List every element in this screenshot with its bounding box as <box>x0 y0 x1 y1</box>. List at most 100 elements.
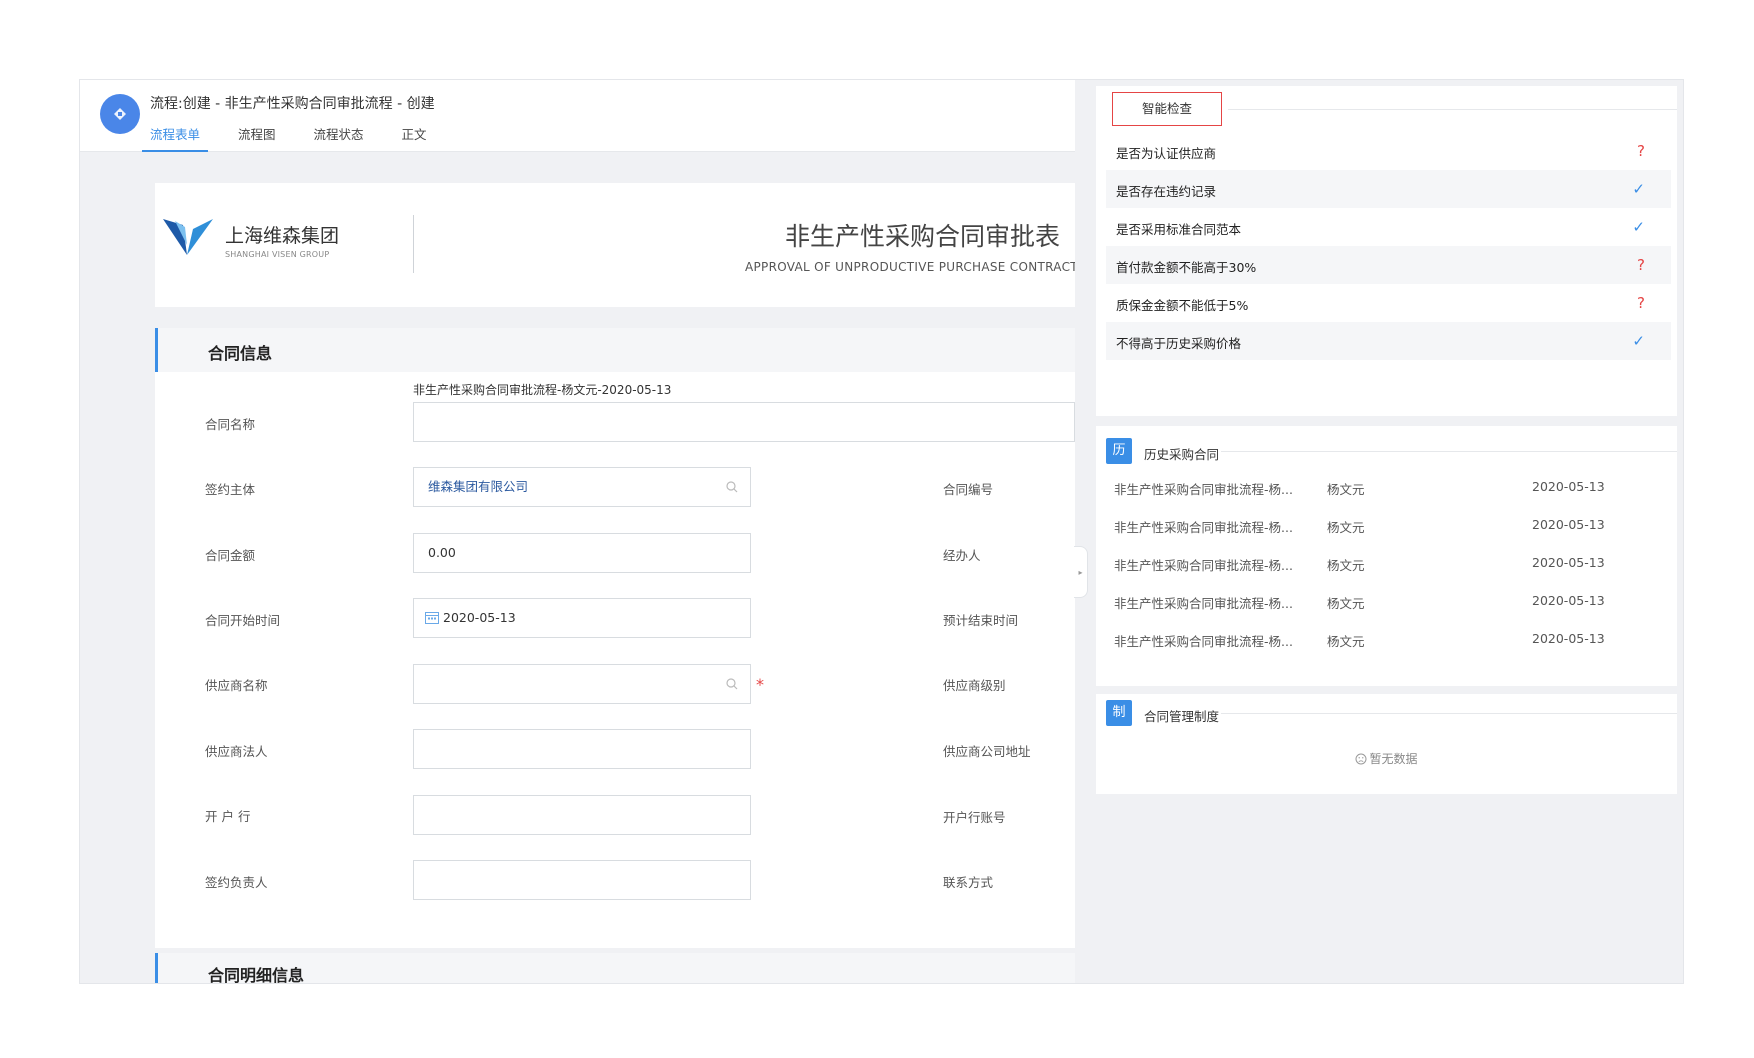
history-person: 杨文元 <box>1327 520 1365 535</box>
history-date: 2020-05-13 <box>1532 631 1605 646</box>
check-item: 质保金金额不能低于5% ? <box>1106 284 1671 322</box>
contract-name-label: 合同名称 <box>205 417 256 432</box>
history-contracts-panel: 历 历史采购合同 非生产性采购合同审批流程-杨... 杨文元 2020-05-1… <box>1096 426 1677 686</box>
app-logo-icon <box>100 94 140 134</box>
history-person: 杨文元 <box>1327 558 1365 573</box>
history-row[interactable]: 非生产性采购合同审批流程-杨... 杨文元 2020-05-13 <box>1096 620 1677 658</box>
company-name: 上海维森集团 <box>225 225 340 247</box>
question-icon[interactable]: ? <box>1637 142 1645 160</box>
history-date: 2020-05-13 <box>1532 593 1605 608</box>
check-item-label: 是否采用标准合同范本 <box>1116 222 1242 237</box>
section-header: 合同信息 <box>155 328 1075 372</box>
checkmark-icon: ✓ <box>1632 332 1645 350</box>
search-icon[interactable] <box>726 481 738 493</box>
supplier-legal-label: 供应商法人 <box>205 744 268 759</box>
history-contract-name[interactable]: 非生产性采购合同审批流程-杨... <box>1114 593 1293 612</box>
amount-label: 合同金额 <box>205 548 256 563</box>
tab-process-form[interactable]: 流程表单 <box>142 124 209 152</box>
supplier-name-input[interactable] <box>413 664 751 704</box>
bank-account-label: 开户行账号 <box>943 810 1006 825</box>
supplier-legal-input[interactable] <box>413 729 751 769</box>
signer-label: 签约负责人 <box>205 875 268 890</box>
smart-check-panel: 智能检查 是否为认证供应商 ? 是否存在违约记录 ✓ 是否采用标准合同范本 ✓ … <box>1096 86 1677 416</box>
check-item: 首付款金额不能高于30% ? <box>1106 246 1671 284</box>
contract-name-prefill: 非生产性采购合同审批流程-杨文元-2020-05-13 <box>413 383 672 397</box>
amount-input[interactable]: 0.00 <box>413 533 751 573</box>
history-date: 2020-05-13 <box>1532 555 1605 570</box>
history-contract-name[interactable]: 非生产性采购合同审批流程-杨... <box>1114 631 1293 650</box>
document-subtitle: APPROVAL OF UNPRODUCTIVE PURCHASE CONTRA… <box>745 260 1075 274</box>
check-item-label: 不得高于历史采购价格 <box>1116 336 1242 351</box>
history-row[interactable]: 非生产性采购合同审批流程-杨... 杨文元 2020-05-13 <box>1096 582 1677 620</box>
check-item: 不得高于历史采购价格 ✓ <box>1106 322 1671 360</box>
check-item-label: 是否存在违约记录 <box>1116 184 1217 199</box>
history-title: 历史采购合同 <box>1144 447 1220 462</box>
page-title: 流程:创建 - 非生产性采购合同审批流程 - 创建 <box>150 96 435 112</box>
company-logo-icon <box>163 219 213 255</box>
smart-check-button[interactable]: 智能检查 <box>1112 92 1222 126</box>
signing-party-label: 签约主体 <box>205 482 256 497</box>
required-mark: * <box>756 675 764 694</box>
question-icon[interactable]: ? <box>1637 294 1645 312</box>
start-date-value: 2020-05-13 <box>443 610 516 625</box>
tab-bar: 流程表单 流程图 流程状态 正文 <box>142 124 457 152</box>
history-contract-name[interactable]: 非生产性采购合同审批流程-杨... <box>1114 517 1293 536</box>
panel-divider <box>1221 451 1677 452</box>
contract-info-card: 合同信息 非生产性采购合同审批流程-杨文元-2020-05-13 合同名称 签约… <box>155 328 1075 948</box>
empty-text: 暂无数据 <box>1369 752 1418 766</box>
policy-title: 合同管理制度 <box>1144 709 1220 724</box>
bank-input[interactable] <box>413 795 751 835</box>
bank-label: 开 户 行 <box>205 809 251 824</box>
check-item: 是否采用标准合同范本 ✓ <box>1106 208 1671 246</box>
contract-name-input[interactable] <box>413 402 1075 442</box>
history-date: 2020-05-13 <box>1532 517 1605 532</box>
end-date-label: 预计结束时间 <box>943 613 1019 628</box>
contract-policy-panel: 制 合同管理制度 暂无数据 <box>1096 694 1677 794</box>
signer-input[interactable] <box>413 860 751 900</box>
check-item-label: 是否为认证供应商 <box>1116 146 1217 161</box>
company-name-en: SHANGHAI VISEN GROUP <box>225 250 330 259</box>
history-contract-name[interactable]: 非生产性采购合同审批流程-杨... <box>1114 555 1293 574</box>
history-row[interactable]: 非生产性采购合同审批流程-杨... 杨文元 2020-05-13 <box>1096 506 1677 544</box>
history-contract-name[interactable]: 非生产性采购合同审批流程-杨... <box>1114 479 1293 498</box>
contact-label: 联系方式 <box>943 875 994 890</box>
sad-face-icon <box>1355 753 1367 765</box>
panel-divider <box>1228 109 1677 110</box>
empty-state: 暂无数据 <box>1096 750 1677 767</box>
app-window: 流程:创建 - 非生产性采购合同审批流程 - 创建 流程表单 流程图 流程状态 … <box>79 79 1684 984</box>
check-item-label: 质保金金额不能低于5% <box>1116 298 1249 313</box>
checkmark-icon: ✓ <box>1632 218 1645 236</box>
panel-collapse-handle[interactable]: ▸ <box>1074 546 1088 598</box>
chevron-right-icon: ▸ <box>1078 567 1083 577</box>
check-item: 是否为认证供应商 ? <box>1106 132 1671 170</box>
header-divider <box>413 215 414 273</box>
check-item: 是否存在违约记录 ✓ <box>1106 170 1671 208</box>
history-person: 杨文元 <box>1327 482 1365 497</box>
question-icon[interactable]: ? <box>1637 256 1645 274</box>
supplier-address-label: 供应商公司地址 <box>943 744 1031 759</box>
start-date-input[interactable]: 2020-05-13 <box>413 598 751 638</box>
tab-process-diagram[interactable]: 流程图 <box>230 124 284 152</box>
section-title: 合同信息 <box>208 344 273 363</box>
contract-no-label: 合同编号 <box>943 482 994 497</box>
start-date-label: 合同开始时间 <box>205 613 281 628</box>
history-date: 2020-05-13 <box>1532 479 1605 494</box>
history-row[interactable]: 非生产性采购合同审批流程-杨... 杨文元 2020-05-13 <box>1096 468 1677 506</box>
document-header: 上海维森集团 SHANGHAI VISEN GROUP 非生产性采购合同审批表 … <box>155 183 1075 307</box>
supplier-level-label: 供应商级别 <box>943 678 1006 693</box>
tab-document-body[interactable]: 正文 <box>394 124 435 152</box>
supplier-name-label: 供应商名称 <box>205 678 268 693</box>
detail-section-header: 合同明细信息 <box>155 953 1075 984</box>
history-badge: 历 <box>1106 438 1132 464</box>
policy-badge: 制 <box>1106 700 1132 726</box>
history-person: 杨文元 <box>1327 634 1365 649</box>
tab-process-status[interactable]: 流程状态 <box>306 124 372 152</box>
search-icon[interactable] <box>726 678 738 690</box>
handler-label: 经办人 <box>943 548 981 563</box>
signing-party-input[interactable]: 维森集团有限公司 <box>413 467 751 507</box>
calendar-icon[interactable] <box>425 611 439 624</box>
history-person: 杨文元 <box>1327 596 1365 611</box>
detail-section-title: 合同明细信息 <box>208 966 305 984</box>
history-row[interactable]: 非生产性采购合同审批流程-杨... 杨文元 2020-05-13 <box>1096 544 1677 582</box>
page-header: 流程:创建 - 非生产性采购合同审批流程 - 创建 流程表单 流程图 流程状态 … <box>80 80 1075 152</box>
